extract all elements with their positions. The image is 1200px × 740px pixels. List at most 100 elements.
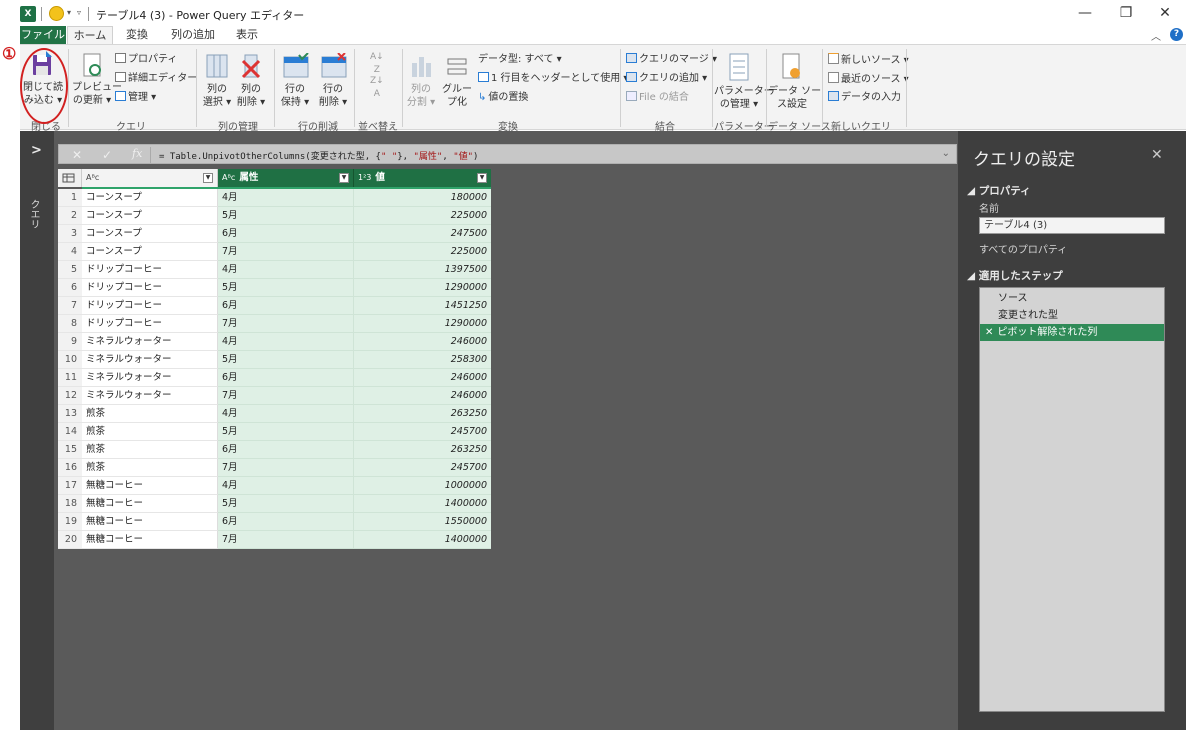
tab-view[interactable]: 表示 bbox=[227, 26, 267, 44]
table-row[interactable]: 6 ドリップコーヒー 5月 1290000 bbox=[58, 279, 491, 297]
cell-product[interactable]: 煎茶 bbox=[82, 405, 218, 423]
table-row[interactable]: 10 ミネラルウォーター 5月 258300 bbox=[58, 351, 491, 369]
cell-value[interactable]: 1451250 bbox=[354, 297, 491, 315]
manage-button[interactable]: 管理 ▾ bbox=[115, 91, 156, 104]
tab-home[interactable]: ホーム bbox=[67, 26, 113, 44]
cell-value[interactable]: 246000 bbox=[354, 333, 491, 351]
cell-attribute[interactable]: 4月 bbox=[218, 405, 354, 423]
minimize-button[interactable]: — bbox=[1075, 4, 1095, 22]
cell-value[interactable]: 180000 bbox=[354, 189, 491, 207]
cell-product[interactable]: ミネラルウォーター bbox=[82, 387, 218, 405]
cell-product[interactable]: コーンスープ bbox=[82, 243, 218, 261]
cell-product[interactable]: 無糖コーヒー bbox=[82, 477, 218, 495]
row-number[interactable]: 7 bbox=[58, 297, 82, 315]
step-source[interactable]: ソース bbox=[980, 290, 1164, 307]
enter-data-button[interactable]: データの入力 bbox=[828, 91, 901, 104]
cell-value[interactable]: 1397500 bbox=[354, 261, 491, 279]
cancel-formula-icon[interactable]: ✕ bbox=[67, 147, 87, 163]
cell-attribute[interactable]: 5月 bbox=[218, 279, 354, 297]
split-column-button[interactable]: 列の 分割 ▾ bbox=[406, 51, 436, 113]
cell-value[interactable]: 1400000 bbox=[354, 495, 491, 513]
cell-product[interactable]: コーンスープ bbox=[82, 225, 218, 243]
cell-product[interactable]: 煎茶 bbox=[82, 423, 218, 441]
cell-attribute[interactable]: 7月 bbox=[218, 387, 354, 405]
restore-button[interactable]: ❐ bbox=[1116, 4, 1136, 22]
table-row[interactable]: 7 ドリップコーヒー 6月 1451250 bbox=[58, 297, 491, 315]
cell-product[interactable]: ミネラルウォーター bbox=[82, 351, 218, 369]
cell-value[interactable]: 1550000 bbox=[354, 513, 491, 531]
close-icon[interactable]: ✕ bbox=[1151, 147, 1163, 163]
expand-formula-icon[interactable]: ⌄ bbox=[942, 148, 950, 159]
formula-text[interactable]: = Table.UnpivotOtherColumns(変更された型, {" "… bbox=[159, 149, 478, 162]
cell-value[interactable]: 246000 bbox=[354, 387, 491, 405]
cell-product[interactable]: 煎茶 bbox=[82, 441, 218, 459]
column-header-attribute[interactable]: Aᴮᴄ 属性 ▼ bbox=[218, 169, 354, 187]
table-row[interactable]: 2 コーンスープ 5月 225000 bbox=[58, 207, 491, 225]
cell-attribute[interactable]: 5月 bbox=[218, 351, 354, 369]
text-type-icon[interactable]: Aᴮᴄ bbox=[86, 173, 99, 182]
row-number[interactable]: 8 bbox=[58, 315, 82, 333]
row-number[interactable]: 5 bbox=[58, 261, 82, 279]
all-properties-link[interactable]: すべてのプロパティ bbox=[979, 241, 1067, 256]
manage-parameters-button[interactable]: パラメーター の管理 ▾ bbox=[714, 51, 774, 113]
filter-dropdown-icon[interactable]: ▼ bbox=[203, 173, 213, 183]
row-number[interactable]: 4 bbox=[58, 243, 82, 261]
advanced-editor-button[interactable]: 詳細エディター bbox=[115, 72, 197, 85]
cell-value[interactable]: 225000 bbox=[354, 207, 491, 225]
applied-steps-header[interactable]: ◢ 適用したステップ bbox=[967, 268, 1063, 283]
cell-product[interactable]: ドリップコーヒー bbox=[82, 279, 218, 297]
cell-product[interactable]: ミネラルウォーター bbox=[82, 333, 218, 351]
table-row[interactable]: 4 コーンスープ 7月 225000 bbox=[58, 243, 491, 261]
append-queries-button[interactable]: クエリの追加 ▾ bbox=[626, 72, 707, 85]
row-number[interactable]: 12 bbox=[58, 387, 82, 405]
filter-dropdown-icon[interactable]: ▼ bbox=[339, 173, 349, 183]
cell-product[interactable]: ドリップコーヒー bbox=[82, 261, 218, 279]
tab-file[interactable]: ファイル bbox=[20, 26, 66, 44]
row-number[interactable]: 15 bbox=[58, 441, 82, 459]
formula-bar[interactable]: ✕ ✓ fx = Table.UnpivotOtherColumns(変更された… bbox=[58, 144, 957, 164]
table-row[interactable]: 12 ミネラルウォーター 7月 246000 bbox=[58, 387, 491, 405]
commit-formula-icon[interactable]: ✓ bbox=[97, 147, 117, 163]
row-number[interactable]: 2 bbox=[58, 207, 82, 225]
row-number[interactable]: 16 bbox=[58, 459, 82, 477]
cell-value[interactable]: 1400000 bbox=[354, 531, 491, 549]
cell-product[interactable]: 無糖コーヒー bbox=[82, 531, 218, 549]
table-row[interactable]: 15 煎茶 6月 263250 bbox=[58, 441, 491, 459]
query-name-input[interactable]: テーブル4 (3) bbox=[979, 217, 1165, 234]
table-row[interactable]: 17 無糖コーヒー 4月 1000000 bbox=[58, 477, 491, 495]
table-row[interactable]: 20 無糖コーヒー 7月 1400000 bbox=[58, 531, 491, 549]
row-number[interactable]: 14 bbox=[58, 423, 82, 441]
step-unpivoted-columns[interactable]: ✕ ピボット解除された列 bbox=[980, 324, 1164, 341]
cell-value[interactable]: 246000 bbox=[354, 369, 491, 387]
step-changed-type[interactable]: 変更された型 bbox=[980, 307, 1164, 324]
cell-value[interactable]: 263250 bbox=[354, 441, 491, 459]
row-number[interactable]: 11 bbox=[58, 369, 82, 387]
cell-product[interactable]: コーンスープ bbox=[82, 189, 218, 207]
number-type-icon[interactable]: 1²3 bbox=[358, 173, 371, 182]
cell-value[interactable]: 1290000 bbox=[354, 279, 491, 297]
cell-product[interactable]: コーンスープ bbox=[82, 207, 218, 225]
row-number[interactable]: 3 bbox=[58, 225, 82, 243]
cell-attribute[interactable]: 5月 bbox=[218, 207, 354, 225]
cell-value[interactable]: 258300 bbox=[354, 351, 491, 369]
cell-attribute[interactable]: 6月 bbox=[218, 513, 354, 531]
cell-attribute[interactable]: 7月 bbox=[218, 459, 354, 477]
cell-value[interactable]: 245700 bbox=[354, 459, 491, 477]
smiley-feedback-icon[interactable] bbox=[49, 6, 64, 21]
cell-attribute[interactable]: 6月 bbox=[218, 297, 354, 315]
table-row[interactable]: 5 ドリップコーヒー 4月 1397500 bbox=[58, 261, 491, 279]
replace-values-button[interactable]: ↳ 値の置換 bbox=[478, 91, 528, 104]
row-number[interactable]: 13 bbox=[58, 405, 82, 423]
group-by-button[interactable]: グルー プ化 bbox=[440, 51, 474, 113]
properties-section-header[interactable]: ◢ プロパティ bbox=[967, 183, 1031, 198]
row-number[interactable]: 19 bbox=[58, 513, 82, 531]
tab-add-column[interactable]: 列の追加 bbox=[163, 26, 223, 44]
filter-dropdown-icon[interactable]: ▼ bbox=[477, 173, 487, 183]
row-number[interactable]: 1 bbox=[58, 189, 82, 207]
sort-descending-button[interactable]: Z↓ A bbox=[370, 75, 384, 101]
column-header-value[interactable]: 1²3 値 ▼ bbox=[354, 169, 491, 187]
table-row[interactable]: 3 コーンスープ 6月 247500 bbox=[58, 225, 491, 243]
table-row[interactable]: 11 ミネラルウォーター 6月 246000 bbox=[58, 369, 491, 387]
sort-ascending-button[interactable]: A↓ Z bbox=[370, 51, 384, 77]
properties-button[interactable]: プロパティ bbox=[115, 53, 177, 66]
